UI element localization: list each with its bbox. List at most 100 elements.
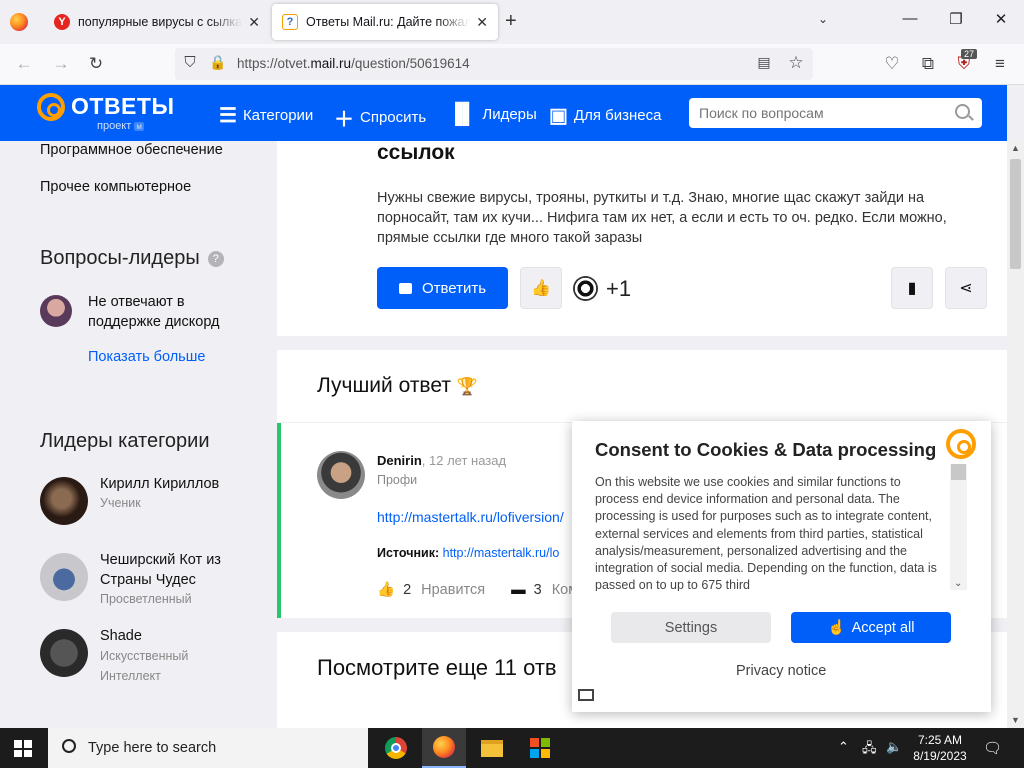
leader-rank: Просветленный — [100, 592, 192, 606]
taskbar-search-placeholder: Type here to search — [88, 740, 217, 756]
bookmark-icon: ▮ — [907, 280, 917, 297]
file-explorer-icon[interactable] — [470, 728, 514, 768]
sidebar: Программное обеспечение Прочее компьютер… — [0, 141, 276, 727]
search-input[interactable] — [689, 98, 939, 128]
shield-icon[interactable]: ⛉ — [179, 54, 201, 71]
comment-icon[interactable]: ▬ — [511, 582, 526, 598]
settings-button[interactable]: Settings — [611, 612, 771, 643]
nav-ask[interactable]: ＋ Спросить — [334, 103, 426, 132]
show-hidden-icons-chevron-icon[interactable]: ⌃ — [838, 739, 849, 755]
nav-business[interactable]: ▣ Для бизнеса — [549, 103, 661, 128]
firefox-taskbar-icon[interactable] — [422, 728, 466, 768]
privacy-notice-link[interactable]: Privacy notice — [736, 663, 826, 679]
reload-icon[interactable]: ↻ — [85, 54, 107, 74]
lock-icon[interactable]: 🔒 — [207, 54, 229, 71]
avatar[interactable] — [317, 451, 365, 499]
bookmark-button[interactable]: ▮ — [891, 267, 933, 309]
at-logo-icon — [946, 429, 976, 459]
search-icon — [62, 739, 76, 753]
plus-icon: ＋ — [334, 109, 354, 131]
page-scrollbar[interactable]: ▲ ▼ — [1007, 141, 1024, 727]
avatar[interactable] — [40, 295, 72, 327]
bookmark-star-icon[interactable]: ☆ — [785, 53, 807, 73]
restore-icon[interactable]: ❐ — [944, 10, 968, 28]
question-body: Нужны свежие вирусы, трояны, руткиты и т… — [377, 190, 947, 246]
answer-link[interactable]: http://mastertalk.ru/lofiversion/ — [377, 509, 564, 525]
cursor-hand-icon: ☝ — [827, 620, 846, 636]
briefcase-icon: ▣ — [549, 105, 568, 127]
tab-title: популярные вирусы с сылкам — [78, 15, 243, 29]
leader-name[interactable]: Shade — [100, 626, 142, 646]
logo-word: ОТВЕТЫ — [71, 93, 175, 119]
back-arrow-icon[interactable]: ← — [13, 54, 35, 74]
system-clock[interactable]: 7:25 AM 8/19/2023 — [905, 732, 975, 764]
taskbar-search[interactable]: Type here to search — [48, 728, 368, 768]
question-title: ссылок — [377, 141, 455, 164]
forward-arrow-icon[interactable]: → — [50, 54, 72, 74]
scrollbar-thumb[interactable] — [1010, 159, 1021, 269]
firefox-icon[interactable] — [10, 13, 28, 31]
close-window-icon[interactable]: ✕ — [989, 10, 1013, 28]
hamburger-menu-icon[interactable]: ≡ — [989, 54, 1011, 74]
comment-icon — [398, 282, 412, 294]
search-icon[interactable] — [955, 104, 970, 119]
clock-time: 7:25 AM — [917, 733, 963, 747]
volume-icon[interactable]: 🔈 — [886, 739, 902, 755]
network-icon[interactable]: 🖧 — [862, 739, 877, 761]
leader-question-link[interactable]: Не отвечают в поддержке дискорд — [88, 292, 238, 332]
scrollbar-thumb[interactable] — [951, 464, 966, 480]
list-all-tabs-chevron-icon[interactable]: ⌄ — [818, 12, 828, 26]
search-box[interactable] — [689, 98, 982, 128]
tab-otvet-mail[interactable]: ? Ответы Mail.ru: Дайте пожалуй ✕ — [272, 4, 498, 40]
chrome-icon[interactable] — [374, 728, 418, 768]
qr-code-icon — [578, 689, 594, 701]
likes-count: +1 — [606, 276, 632, 301]
tab-search-results[interactable]: Y популярные вирусы с сылкам ✕ — [44, 4, 270, 40]
nav-leaders[interactable]: ▐▌ Лидеры — [448, 103, 537, 126]
notifications-icon[interactable]: 🗨 — [983, 739, 1002, 757]
answer-author-rank: Профи — [377, 473, 418, 487]
minimize-icon[interactable]: — — [898, 10, 922, 27]
like-button[interactable]: 👍 — [520, 267, 562, 309]
best-answer-marker — [277, 423, 281, 618]
answer-actions: 👍 2 Нравится ▬ 3 Ком — [377, 581, 578, 599]
store-icon[interactable] — [518, 728, 562, 768]
show-more-link[interactable]: Показать больше — [88, 349, 205, 365]
tab-title: Ответы Mail.ru: Дайте пожалуй — [306, 15, 471, 29]
scroll-down-chevron-icon[interactable]: ⌄ — [954, 578, 962, 589]
leader-name[interactable]: Кирилл Кириллов — [100, 474, 219, 494]
comments-count: 3 — [533, 581, 542, 598]
avatar[interactable] — [40, 477, 88, 525]
avatar[interactable] — [40, 629, 88, 677]
leader-name[interactable]: Чеширский Кот из Страны Чудес — [100, 550, 250, 590]
scroll-down-icon[interactable]: ▼ — [1011, 715, 1020, 725]
url-text[interactable]: https://otvet.mail.ru/question/50619614 — [237, 56, 470, 71]
address-bar[interactable]: ⛉ 🔒 https://otvet.mail.ru/question/50619… — [175, 48, 813, 80]
liker-avatar[interactable] — [573, 276, 598, 301]
reader-view-icon[interactable]: ▤ — [753, 54, 775, 71]
like-label[interactable]: Нравится — [421, 582, 485, 598]
extensions-puzzle-icon[interactable]: ⧉ — [917, 54, 939, 74]
sidebar-category-software[interactable]: Программное обеспечение — [40, 142, 223, 158]
close-tab-icon[interactable]: ✕ — [476, 14, 488, 31]
share-button[interactable]: ⋖ — [945, 267, 987, 309]
close-tab-icon[interactable]: ✕ — [248, 14, 260, 31]
accept-all-button[interactable]: ☝ Accept all — [791, 612, 951, 643]
answer-author[interactable]: Denirin, 12 лет назад — [377, 453, 506, 468]
menu-icon: ☰ — [219, 105, 237, 127]
pocket-icon[interactable]: ♡ — [881, 54, 903, 74]
windows-taskbar: Type here to search ⌃ 🖧 🔈 7:25 AM 8/19/2… — [0, 728, 1024, 768]
source-link[interactable]: http://mastertalk.ru/lo — [443, 546, 560, 560]
more-answers-title[interactable]: Посмотрите еще 11 отв — [317, 655, 557, 681]
consent-scrollbar[interactable]: ⌄ — [950, 464, 967, 590]
scroll-up-icon[interactable]: ▲ — [1011, 143, 1020, 153]
answer-button[interactable]: Ответить — [377, 267, 508, 309]
nav-categories[interactable]: ☰ Категории — [219, 103, 313, 128]
help-icon[interactable]: ? — [207, 250, 224, 267]
thumbs-up-icon[interactable]: 👍 — [377, 581, 395, 598]
otvet-favicon-icon: ? — [282, 14, 298, 30]
sidebar-category-other-computer[interactable]: Прочее компьютерное — [40, 179, 191, 195]
avatar[interactable] — [40, 553, 88, 601]
new-tab-plus-icon[interactable]: + — [505, 10, 517, 33]
windows-start-icon[interactable] — [14, 740, 32, 757]
